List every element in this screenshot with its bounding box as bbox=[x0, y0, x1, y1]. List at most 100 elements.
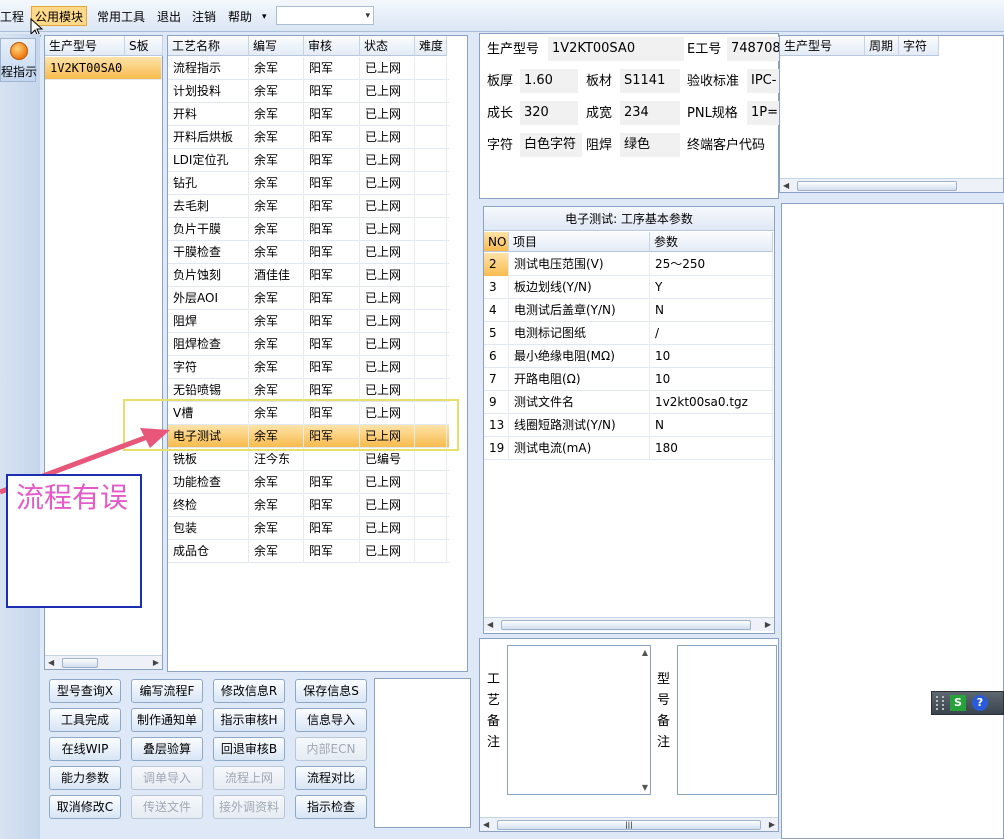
param-row[interactable]: 19 测试电流(mA) 180 bbox=[484, 437, 774, 460]
scroll-left-icon[interactable]: ◀ bbox=[487, 618, 493, 632]
scroll-up-icon[interactable]: ▲ bbox=[642, 648, 648, 657]
action-button[interactable]: 内部ECN bbox=[295, 737, 367, 761]
param-row[interactable]: 4 电测试后盖章(Y/N) N bbox=[484, 299, 774, 322]
scroll-right-icon[interactable]: ▶ bbox=[769, 818, 775, 832]
param-row[interactable]: 2 测试电压范围(V) 25～250 bbox=[484, 253, 774, 276]
action-button[interactable]: 回退审核B bbox=[213, 737, 285, 761]
process-row[interactable]: 干膜检查 余军 阳军 已上网 bbox=[168, 241, 449, 264]
model-row[interactable]: 1V2KT00SA0 bbox=[45, 57, 162, 80]
col-reviewer[interactable]: 审核 bbox=[304, 36, 360, 56]
help-icon[interactable]: ? bbox=[972, 695, 988, 711]
right-hscroll[interactable]: ◀ bbox=[780, 178, 1003, 192]
module-combo[interactable]: ▾ bbox=[276, 6, 374, 25]
pnl-value[interactable]: 1P= bbox=[747, 101, 779, 125]
rcol-model[interactable]: 生产型号 bbox=[780, 36, 865, 56]
menu-help[interactable]: 帮助 bbox=[228, 7, 252, 27]
action-button[interactable]: 取消修改C bbox=[49, 795, 121, 819]
action-button[interactable]: 型号查询X bbox=[49, 679, 121, 703]
menu-logout[interactable]: 注销 bbox=[192, 7, 216, 27]
process-row[interactable]: 开料后烘板 余军 阳军 已上网 bbox=[168, 126, 449, 149]
scroll-right-icon[interactable]: ▶ bbox=[153, 656, 159, 670]
menu-exit[interactable]: 退出 bbox=[157, 7, 181, 27]
action-button[interactable]: 工具完成 bbox=[49, 708, 121, 732]
pcol-no[interactable]: NO bbox=[484, 232, 509, 252]
action-button[interactable]: 指示审核H bbox=[213, 708, 285, 732]
param-hscroll[interactable]: ◀ ▶ bbox=[484, 617, 774, 631]
process-row[interactable]: 钻孔 余军 阳军 已上网 bbox=[168, 172, 449, 195]
e-value[interactable]: 748708 bbox=[727, 37, 779, 61]
action-button[interactable]: 流程上网 bbox=[213, 766, 285, 790]
model-notes-input[interactable] bbox=[677, 645, 777, 795]
grip-icon[interactable] bbox=[936, 696, 944, 710]
model-value[interactable]: 1V2KT00SA0 bbox=[548, 37, 684, 61]
scroll-down-icon[interactable]: ▼ bbox=[642, 783, 648, 792]
material-value[interactable]: S1141 bbox=[620, 69, 680, 93]
col-process-name[interactable]: 工艺名称 bbox=[168, 36, 249, 56]
rcol-cycle[interactable]: 周期 bbox=[865, 36, 899, 56]
scroll-left-icon[interactable]: ◀ bbox=[783, 179, 789, 193]
process-row[interactable]: 计划投料 余军 阳军 已上网 bbox=[168, 80, 449, 103]
s-app-icon[interactable]: S bbox=[950, 695, 966, 711]
menu-overflow-icon[interactable]: ▾ bbox=[262, 7, 267, 27]
action-button[interactable]: 传送文件 bbox=[131, 795, 203, 819]
action-button[interactable]: 叠层验算 bbox=[131, 737, 203, 761]
thick-value[interactable]: 1.60 bbox=[520, 69, 578, 93]
process-row[interactable]: 外层AOI 余军 阳军 已上网 bbox=[168, 287, 449, 310]
process-row[interactable]: 开料 余军 阳军 已上网 bbox=[168, 103, 449, 126]
action-button[interactable]: 能力参数 bbox=[49, 766, 121, 790]
mask-value[interactable]: 绿色 bbox=[620, 133, 680, 157]
col-s-board[interactable]: S板 bbox=[125, 36, 163, 56]
scroll-thumb[interactable] bbox=[797, 181, 957, 191]
action-button[interactable]: 在线WIP bbox=[49, 737, 121, 761]
process-row[interactable]: 阻焊 余军 阳军 已上网 bbox=[168, 310, 449, 333]
col-author[interactable]: 编写 bbox=[249, 36, 304, 56]
param-row[interactable]: 9 测试文件名 1v2kt00sa0.tgz bbox=[484, 391, 774, 414]
param-row[interactable]: 3 板边划线(Y/N) Y bbox=[484, 276, 774, 299]
process-notes-input[interactable]: ▲ ▼ bbox=[507, 645, 651, 795]
process-row[interactable]: 功能检查 余军 阳军 已上网 bbox=[168, 471, 449, 494]
process-row[interactable]: 阻焊检查 余军 阳军 已上网 bbox=[168, 333, 449, 356]
scroll-right-icon[interactable]: ▶ bbox=[765, 618, 771, 632]
model-hscroll[interactable]: ◀ ▶ bbox=[45, 655, 162, 669]
menu-project[interactable]: 工程 bbox=[0, 7, 24, 27]
action-button[interactable]: 保存信息S bbox=[295, 679, 367, 703]
len-value[interactable]: 320 bbox=[520, 101, 578, 125]
process-row[interactable]: 终检 余军 阳军 已上网 bbox=[168, 494, 449, 517]
process-row[interactable]: 流程指示 余军 阳军 已上网 bbox=[168, 57, 449, 80]
process-row[interactable]: 成品仓 余军 阳军 已上网 bbox=[168, 540, 449, 563]
std-value[interactable]: IPC- bbox=[747, 69, 779, 93]
param-row[interactable]: 13 线圈短路测试(Y/N) N bbox=[484, 414, 774, 437]
process-row[interactable]: 铣板 汪今东 已编号 bbox=[168, 448, 449, 471]
action-button[interactable]: 调单导入 bbox=[131, 766, 203, 790]
col-status[interactable]: 状态 bbox=[360, 36, 415, 56]
scroll-thumb[interactable]: ||| bbox=[497, 820, 761, 830]
scroll-thumb[interactable] bbox=[62, 658, 98, 668]
nav-process-instruction-button[interactable]: 程指示 bbox=[0, 38, 37, 82]
action-button[interactable]: 指示检查 bbox=[295, 795, 367, 819]
action-button[interactable]: 修改信息R bbox=[213, 679, 285, 703]
process-row[interactable]: LDI定位孔 余军 阳军 已上网 bbox=[168, 149, 449, 172]
col-difficulty[interactable]: 难度 bbox=[415, 36, 447, 56]
scroll-thumb[interactable] bbox=[501, 620, 751, 630]
process-row[interactable]: 去毛刺 余军 阳军 已上网 bbox=[168, 195, 449, 218]
pcol-param[interactable]: 参数 bbox=[650, 232, 773, 252]
param-row[interactable]: 6 最小绝缘电阻(MΩ) 10 bbox=[484, 345, 774, 368]
action-button[interactable]: 信息导入 bbox=[295, 708, 367, 732]
action-button[interactable]: 制作通知单 bbox=[131, 708, 203, 732]
menu-common-tools[interactable]: 常用工具 bbox=[97, 7, 145, 27]
scroll-left-icon[interactable]: ◀ bbox=[483, 818, 489, 832]
process-row[interactable]: 负片干膜 余军 阳军 已上网 bbox=[168, 218, 449, 241]
action-button[interactable]: 编写流程F bbox=[131, 679, 203, 703]
col-model[interactable]: 生产型号 bbox=[45, 36, 125, 56]
process-row[interactable]: 包装 余军 阳军 已上网 bbox=[168, 517, 449, 540]
char-value[interactable]: 白色字符 bbox=[520, 133, 582, 157]
action-button[interactable]: 流程对比 bbox=[295, 766, 367, 790]
notes-hscroll[interactable]: ◀ ||| ▶ bbox=[480, 817, 778, 831]
pcol-item[interactable]: 项目 bbox=[509, 232, 650, 252]
param-row[interactable]: 7 开路电阻(Ω) 10 bbox=[484, 368, 774, 391]
action-button[interactable]: 接外调资料 bbox=[213, 795, 285, 819]
param-row[interactable]: 5 电测标记图纸 / bbox=[484, 322, 774, 345]
process-row[interactable]: 字符 余军 阳军 已上网 bbox=[168, 356, 449, 379]
rcol-char[interactable]: 字符 bbox=[899, 36, 939, 56]
scroll-left-icon[interactable]: ◀ bbox=[48, 656, 54, 670]
